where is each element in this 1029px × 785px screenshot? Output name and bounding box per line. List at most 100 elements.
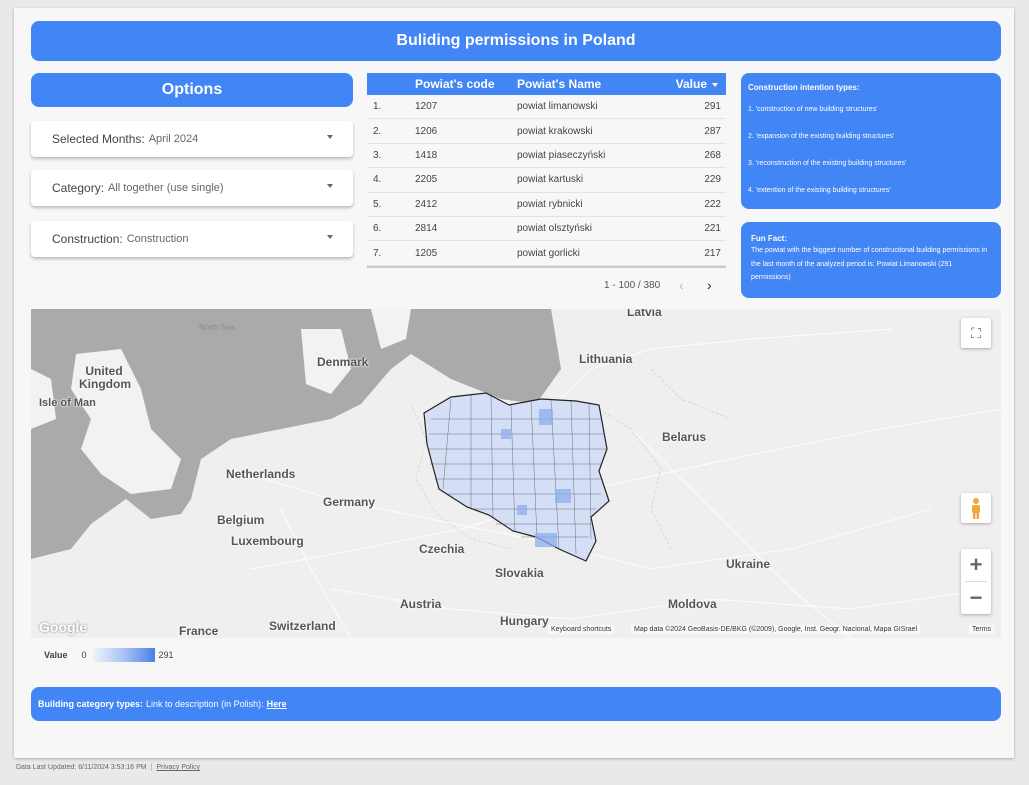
column-header-value[interactable]: Value	[676, 77, 718, 91]
pegman-svg	[972, 498, 980, 519]
map-label: Slovakia	[495, 566, 544, 580]
row-index: 4.	[373, 174, 382, 186]
panel-title: Fun Fact:	[751, 234, 787, 243]
dropdown-value: All together (use single)	[108, 182, 224, 194]
row-value: 229	[704, 174, 721, 186]
list-item: 2. 'expansion of the existing building s…	[748, 133, 895, 140]
here-link[interactable]: Here	[267, 699, 287, 709]
table-row[interactable]: 6. 2814 powiat olsztyński 221	[367, 217, 726, 242]
table-row[interactable]: 3. 1418 powiat piaseczyński 268	[367, 144, 726, 169]
table-row[interactable]: 5. 2412 powiat rybnicki 222	[367, 193, 726, 217]
row-code: 2412	[415, 198, 438, 210]
map-label: France	[179, 624, 219, 638]
row-code: 1207	[415, 101, 438, 113]
terms-link[interactable]: Terms	[969, 625, 995, 634]
table-header: Powiat's code Powiat's Name Value	[367, 73, 726, 95]
sort-desc-icon	[712, 82, 718, 87]
chevron-down-icon	[327, 235, 333, 239]
row-name: powiat kartuski	[517, 174, 584, 186]
table-row[interactable]: 4. 2205 powiat kartuski 229	[367, 168, 726, 193]
bar-text: Link to description (in Polish):	[146, 699, 264, 709]
bar-label: Building category types:	[38, 699, 144, 709]
row-code: 2205	[415, 174, 438, 186]
map-label: North Sea	[199, 323, 236, 332]
row-code: 1205	[415, 247, 438, 259]
selected-months-dropdown[interactable]: Selected Months: April 2024	[31, 121, 353, 157]
dropdown-value: Construction	[126, 233, 189, 245]
privacy-policy-link[interactable]: Privacy Policy	[156, 764, 200, 771]
row-name: powiat olsztyński	[517, 223, 593, 235]
legend-min: 0	[81, 650, 87, 660]
row-name: powiat piaseczyński	[517, 149, 606, 161]
chevron-left-icon[interactable]: ‹	[679, 277, 684, 293]
list-item: 3. 'reconstruction of the existing build…	[748, 160, 907, 167]
map-label: Ukraine	[726, 557, 771, 571]
zoom-control: + −	[961, 549, 991, 614]
column-header-code[interactable]: Powiat's code	[415, 77, 495, 91]
row-index: 2.	[373, 125, 382, 137]
map-label: Hungary	[500, 614, 549, 628]
column-header-value-label: Value	[675, 77, 707, 91]
map-label: Moldova	[668, 597, 717, 611]
row-name: powiat gorlicki	[517, 247, 580, 259]
row-name: powiat limanowski	[517, 101, 598, 113]
table-row[interactable]: 2. 1206 powiat krakowski 287	[367, 119, 726, 144]
keyboard-shortcuts-link[interactable]: Keyboard shortcuts	[548, 625, 615, 634]
footer-separator: |	[150, 764, 153, 771]
row-value: 217	[704, 247, 721, 259]
fun-fact-text: The powiat with the biggest number of co…	[751, 247, 988, 281]
table-row[interactable]: 1. 1207 powiat limanowski 291	[367, 95, 726, 120]
report-canvas: Buliding permissions in Poland Options S…	[14, 8, 1014, 758]
pegman-icon[interactable]	[961, 493, 991, 523]
row-value: 222	[704, 198, 721, 210]
map-background	[31, 309, 1001, 638]
zoom-in-button[interactable]: +	[961, 549, 991, 581]
map-label: Czechia	[419, 542, 465, 556]
row-code: 2814	[415, 223, 438, 235]
map-view[interactable]: North Sea Latvia United Kingdom Isle of …	[31, 309, 1001, 638]
row-value: 291	[704, 101, 721, 113]
dropdown-label: Category:	[52, 181, 105, 195]
map-label: Denmark	[317, 355, 369, 369]
row-index: 5.	[373, 198, 382, 210]
intention-types-panel: Construction intention types: 1. 'constr…	[741, 73, 1001, 209]
row-value: 221	[704, 223, 721, 235]
dropdown-value: April 2024	[148, 133, 199, 145]
fullscreen-icon[interactable]: ⛶	[961, 318, 991, 348]
options-header: Options	[31, 73, 353, 107]
category-dropdown[interactable]: Category: All together (use single)	[31, 170, 353, 206]
legend-gradient	[92, 648, 155, 662]
zoom-out-button[interactable]: −	[961, 582, 991, 614]
row-code: 1418	[415, 149, 438, 161]
chevron-right-icon[interactable]: ›	[707, 277, 712, 293]
list-item: 1. 'construction of new building structu…	[748, 106, 878, 113]
map-label: Switzerland	[269, 619, 336, 633]
table-divider	[367, 265, 726, 268]
row-index: 1.	[373, 101, 382, 113]
dropdown-label: Selected Months:	[52, 132, 145, 146]
list-item: 4. 'extention of the existing building s…	[748, 187, 891, 194]
map-label: Lithuania	[579, 352, 633, 366]
row-value: 268	[704, 149, 721, 161]
construction-dropdown[interactable]: Construction: Construction	[31, 221, 353, 257]
map-label: Belarus	[662, 430, 707, 444]
map-label: Belgium	[217, 513, 265, 527]
legend-max: 291	[158, 650, 174, 660]
last-updated: Data Last Updated: 6/11/2024 3:53:16 PM	[16, 764, 147, 771]
map-legend: Value 0 291	[44, 648, 174, 662]
map-label: Netherlands	[226, 467, 296, 481]
row-name: powiat krakowski	[517, 125, 593, 137]
map-label: Austria	[400, 597, 442, 611]
row-name: powiat rybnicki	[517, 198, 583, 210]
map-label: United Kingdom	[79, 364, 131, 391]
pagination-range: 1 - 100 / 380	[604, 280, 661, 291]
panel-title: Construction intention types:	[748, 83, 860, 92]
table-row[interactable]: 7. 1205 powiat gorlicki 217	[367, 241, 726, 266]
google-logo: Google	[39, 619, 88, 635]
map-attribution: Map data ©2024 GeoBasis-DE/BKG (©2009), …	[631, 625, 921, 634]
map-label: Isle of Man	[39, 397, 96, 409]
row-index: 3.	[373, 149, 382, 161]
column-header-name[interactable]: Powiat's Name	[517, 77, 601, 91]
row-value: 287	[704, 125, 721, 137]
map-label: Germany	[323, 495, 376, 509]
